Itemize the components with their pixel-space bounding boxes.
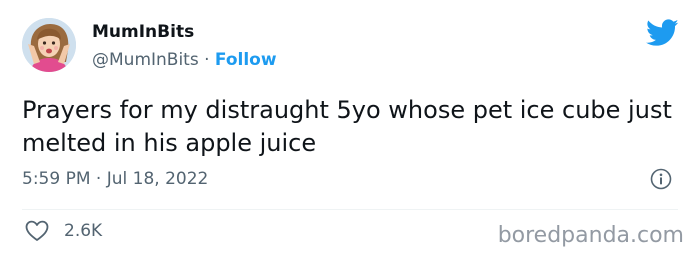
watermark: boredpanda.com <box>497 223 684 248</box>
author-name[interactable]: MumInBits <box>92 21 194 43</box>
tweet-text: Prayers for my distraught 5yo whose pet … <box>22 96 672 157</box>
follow-button[interactable]: Follow <box>215 50 277 70</box>
heart-outline-icon[interactable] <box>24 219 50 243</box>
avatar[interactable] <box>22 18 76 72</box>
info-circle-icon[interactable] <box>650 168 672 190</box>
separator-dot: · <box>204 50 210 70</box>
twitter-bird-icon[interactable] <box>646 19 679 47</box>
author-handle[interactable]: @MumInBits <box>92 50 199 70</box>
divider <box>22 209 678 210</box>
like-count[interactable]: 2.6K <box>64 220 102 242</box>
tweet-timestamp[interactable]: 5:59 PM · Jul 18, 2022 <box>22 167 208 191</box>
author-handle-row: @MumInBits · Follow <box>92 49 277 71</box>
